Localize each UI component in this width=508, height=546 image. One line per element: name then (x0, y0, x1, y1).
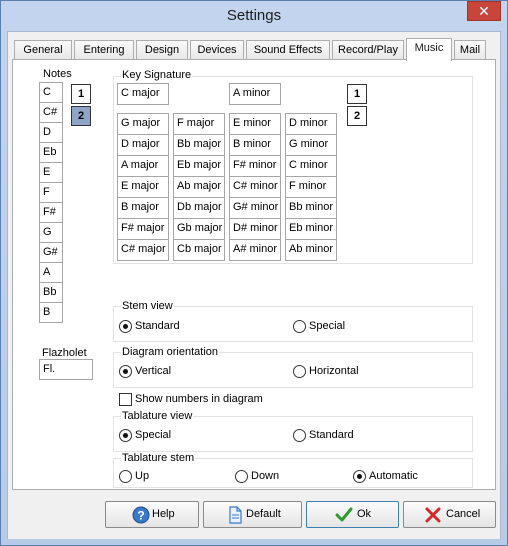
stem-view-label: Stem view (121, 300, 174, 312)
key-cell[interactable]: Ab major (173, 176, 225, 198)
key-cell[interactable]: G major (117, 113, 169, 135)
orientation-horizontal-radio[interactable] (293, 365, 306, 378)
tab-general[interactable]: General (14, 40, 72, 60)
note-cell[interactable]: B (39, 302, 63, 323)
note-cell[interactable]: C# (39, 102, 63, 123)
key-cell[interactable]: Bb major (173, 134, 225, 156)
cross-icon (425, 507, 441, 523)
tab-view-special-radio[interactable] (119, 429, 132, 442)
tab-sound-effects[interactable]: Sound Effects (246, 40, 330, 60)
key-cell[interactable]: E minor (229, 113, 281, 135)
key-cell[interactable]: E major (117, 176, 169, 198)
key-cell[interactable]: A major (117, 155, 169, 177)
default-button[interactable]: Default (203, 501, 302, 528)
note-cell[interactable]: F (39, 182, 63, 203)
svg-text:?: ? (137, 509, 144, 523)
key-cell[interactable]: B minor (229, 134, 281, 156)
tab-design[interactable]: Design (136, 40, 188, 60)
tab-mail[interactable]: Mail (454, 40, 486, 60)
key-cell[interactable]: B major (117, 197, 169, 219)
key-cell[interactable]: Eb minor (285, 218, 337, 240)
note-cell[interactable]: Bb (39, 282, 63, 303)
close-button[interactable]: ✕ (467, 1, 501, 21)
tablature-view-label: Tablature view (121, 410, 194, 422)
ok-button[interactable]: Ok (306, 501, 399, 528)
help-icon: ? (132, 506, 150, 524)
key-signature-label: Key Signature (121, 69, 193, 81)
tab-record-play[interactable]: Record/Play (332, 40, 404, 60)
note-cell[interactable]: G (39, 222, 63, 243)
document-icon (229, 506, 242, 524)
key-cell-a-minor[interactable]: A minor (229, 83, 281, 105)
key-cell[interactable]: Bb minor (285, 197, 337, 219)
note-cell[interactable]: D (39, 122, 63, 143)
key-set-1-button[interactable]: 1 (347, 84, 367, 104)
key-cell[interactable]: C# minor (229, 176, 281, 198)
tab-stem-down-radio[interactable] (235, 470, 248, 483)
show-numbers-checkbox[interactable] (119, 393, 132, 406)
tab-view-standard-label: Standard (309, 429, 354, 441)
key-set-2-button[interactable]: 2 (347, 106, 367, 126)
tab-stem-up-radio[interactable] (119, 470, 132, 483)
tab-stem-automatic-label: Automatic (369, 470, 418, 482)
window-title: Settings (226, 7, 282, 24)
diagram-orientation-label: Diagram orientation (121, 346, 219, 358)
stem-special-label: Special (309, 320, 346, 332)
orientation-horizontal-label: Horizontal (309, 365, 359, 377)
key-cell[interactable]: A# minor (229, 239, 281, 261)
dialog-client: General Entering Design Devices Sound Ef… (7, 31, 501, 539)
tab-devices[interactable]: Devices (190, 40, 244, 60)
key-cell-c-major[interactable]: C major (117, 83, 169, 105)
note-cell[interactable]: A (39, 262, 63, 283)
help-button[interactable]: ? Help (105, 501, 199, 528)
key-cell[interactable]: D major (117, 134, 169, 156)
tab-view-standard-radio[interactable] (293, 429, 306, 442)
tab-stem-up-label: Up (135, 470, 150, 482)
tab-strip: General Entering Design Devices Sound Ef… (12, 38, 496, 61)
settings-window: Settings ✕ General Entering Design Devic… (0, 0, 508, 546)
note-cell[interactable]: Eb (39, 142, 63, 163)
dialog-button-bar: ? Help Default Ok Cancel (8, 495, 500, 539)
key-cell[interactable]: Ab minor (285, 239, 337, 261)
tablature-stem-label: Tablature stem (121, 452, 196, 464)
note-cell[interactable]: E (39, 162, 63, 183)
key-cell[interactable]: Gb major (173, 218, 225, 240)
stem-standard-label: Standard (135, 320, 180, 332)
flazholet-field[interactable]: Fl. (39, 359, 93, 380)
checkmark-icon (335, 507, 353, 522)
note-cell[interactable]: G# (39, 242, 63, 263)
flazholet-label: Flazholet (41, 347, 88, 359)
note-cell[interactable]: F# (39, 202, 63, 223)
tab-entering[interactable]: Entering (74, 40, 134, 60)
notes-label: Notes (42, 68, 73, 80)
stem-standard-radio[interactable] (119, 320, 132, 333)
stem-special-radio[interactable] (293, 320, 306, 333)
key-cell[interactable]: G minor (285, 134, 337, 156)
notes-set-1-button[interactable]: 1 (71, 84, 91, 104)
key-cell[interactable]: C minor (285, 155, 337, 177)
key-cell[interactable]: Db major (173, 197, 225, 219)
tab-stem-down-label: Down (251, 470, 280, 482)
tab-view-special-label: Special (135, 429, 172, 441)
cancel-button[interactable]: Cancel (403, 501, 496, 528)
note-cell[interactable]: C (39, 82, 63, 103)
key-cell[interactable]: D minor (285, 113, 337, 135)
key-cell[interactable]: F# major (117, 218, 169, 240)
music-panel: Notes C C# D Eb E F F# G G# A Bb B 1 2 F… (12, 59, 496, 490)
tab-music[interactable]: Music (406, 38, 452, 61)
show-numbers-label: Show numbers in diagram (135, 393, 263, 405)
key-cell[interactable]: F major (173, 113, 225, 135)
orientation-vertical-radio[interactable] (119, 365, 132, 378)
key-cell[interactable]: D# minor (229, 218, 281, 240)
key-cell[interactable]: G# minor (229, 197, 281, 219)
key-cell[interactable]: Cb major (173, 239, 225, 261)
key-cell[interactable]: F minor (285, 176, 337, 198)
key-cell[interactable]: Eb major (173, 155, 225, 177)
notes-set-2-button[interactable]: 2 (71, 106, 91, 126)
key-cell[interactable]: F# minor (229, 155, 281, 177)
key-cell[interactable]: C# major (117, 239, 169, 261)
orientation-vertical-label: Vertical (135, 365, 172, 377)
tab-stem-automatic-radio[interactable] (353, 470, 366, 483)
